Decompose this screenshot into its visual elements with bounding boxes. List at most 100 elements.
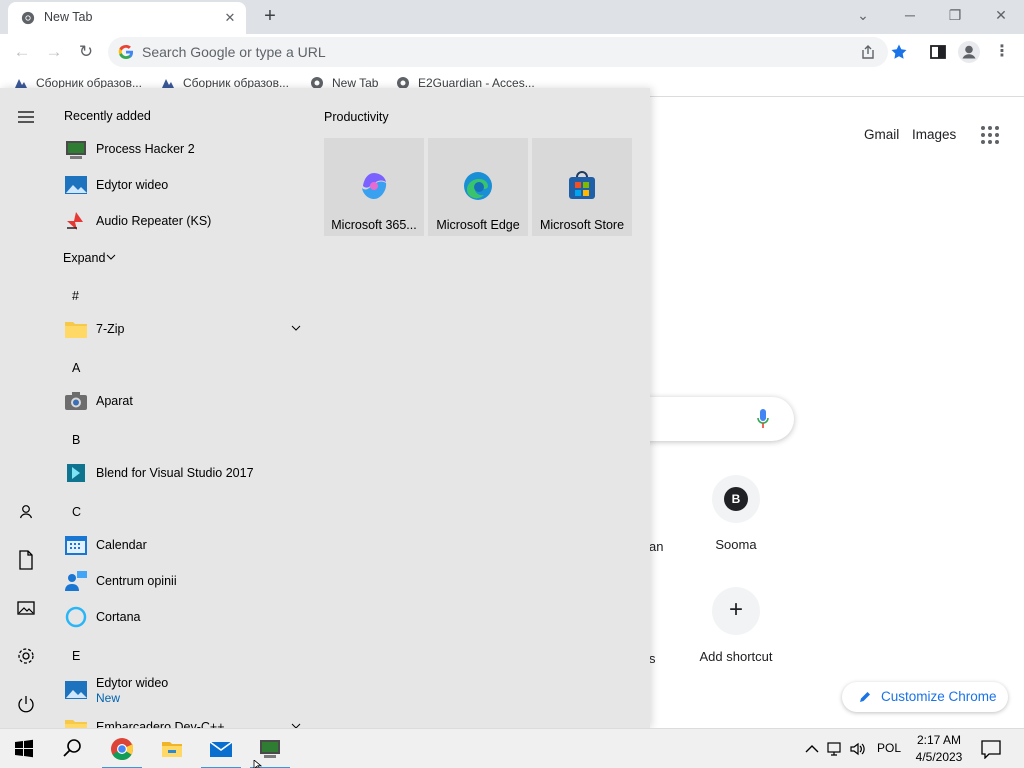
letter-header[interactable]: B — [72, 433, 80, 447]
edge-icon — [464, 172, 492, 200]
store-icon — [569, 171, 595, 199]
minimize-button[interactable]: ─ — [895, 4, 925, 28]
letter-header[interactable]: C — [72, 505, 81, 519]
search-icon — [63, 739, 81, 757]
tab-new-tab[interactable]: New Tab ✕ — [8, 2, 246, 34]
productivity-heading: Productivity — [324, 110, 389, 124]
customize-chrome-button[interactable]: Customize Chrome — [842, 682, 1008, 712]
settings-gear-icon[interactable] — [14, 644, 38, 668]
documents-icon[interactable] — [14, 548, 38, 572]
folder-icon — [65, 720, 87, 728]
forward-button[interactable]: → — [41, 39, 67, 65]
shortcut-letter-icon: B — [724, 487, 748, 511]
shortcut-label: Add shortcut — [699, 649, 773, 664]
app-blend-vs[interactable]: Blend for Visual Studio 2017 — [62, 456, 310, 490]
google-g-icon — [118, 45, 133, 59]
app-centrum-opinii[interactable]: Centrum opinii — [62, 564, 310, 598]
side-panel-icon[interactable] — [929, 43, 947, 61]
user-account-icon[interactable] — [14, 500, 38, 524]
hamburger-menu-icon[interactable] — [14, 105, 38, 129]
bookmark-star-icon[interactable] — [890, 43, 908, 61]
close-window-button[interactable]: ✕ — [986, 4, 1016, 28]
chevron-down-icon — [106, 254, 116, 260]
volume-icon[interactable] — [849, 740, 867, 758]
start-button[interactable] — [0, 729, 48, 768]
taskbar-file-explorer[interactable] — [148, 729, 196, 768]
browser-titlebar: New Tab ✕ + ⌄ ─ ❐ ✕ — [0, 0, 1024, 34]
recently-added-heading: Recently added — [64, 109, 151, 123]
taskbar: POL 2:17 AM 4/5/2023 — [0, 728, 1024, 768]
process-hacker-icon — [260, 740, 280, 758]
restore-button[interactable]: ❐ — [940, 4, 970, 28]
audio-repeater-icon — [67, 212, 83, 230]
new-tab-button[interactable]: + — [258, 5, 282, 29]
app-aparat[interactable]: Aparat — [62, 384, 310, 418]
process-hacker-icon — [66, 141, 86, 159]
video-editor-icon — [65, 176, 87, 194]
mouse-cursor-icon — [253, 760, 263, 768]
images-link[interactable]: Images — [912, 127, 956, 142]
app-cortana[interactable]: Cortana — [62, 600, 310, 634]
app-process-hacker[interactable]: Process Hacker 2 — [62, 132, 310, 166]
reload-button[interactable]: ↻ — [73, 39, 99, 65]
chrome-icon — [21, 11, 35, 25]
folder-7zip[interactable]: 7-Zip — [62, 312, 310, 346]
tile-microsoft-365[interactable]: Microsoft 365... — [324, 138, 424, 236]
tile-microsoft-edge[interactable]: Microsoft Edge — [428, 138, 528, 236]
app-audio-repeater[interactable]: Audio Repeater (KS) — [62, 204, 310, 238]
network-icon[interactable] — [826, 740, 844, 758]
cortana-icon — [65, 606, 87, 628]
camera-icon — [65, 392, 87, 410]
omnibox[interactable] — [108, 37, 888, 67]
letter-header[interactable]: A — [72, 361, 80, 375]
voice-search-icon[interactable] — [757, 409, 769, 429]
blend-icon — [67, 464, 85, 482]
app-calendar[interactable]: Calendar — [62, 528, 310, 562]
browser-toolbar: ← → ↻ ⋮ — [0, 34, 1024, 70]
shortcut-icon-tile: + — [712, 587, 760, 635]
close-tab-icon[interactable]: ✕ — [220, 8, 240, 28]
feedback-hub-icon — [65, 571, 87, 591]
file-explorer-icon — [162, 742, 182, 757]
letter-header[interactable]: # — [72, 289, 79, 303]
tab-search-icon[interactable]: ⌄ — [848, 4, 878, 28]
chrome-icon — [111, 738, 133, 760]
shortcut-tile[interactable]: B Sooma — [686, 475, 786, 552]
plus-icon: + — [728, 596, 743, 623]
profile-avatar-icon[interactable] — [958, 41, 980, 63]
tile-microsoft-store[interactable]: Microsoft Store — [532, 138, 632, 236]
start-menu: Recently added Process Hacker 2 Edytor w… — [0, 88, 650, 728]
back-button[interactable]: ← — [9, 39, 35, 65]
folder-icon — [65, 322, 87, 338]
letter-header[interactable]: E — [72, 649, 80, 663]
google-apps-icon[interactable] — [981, 126, 999, 144]
chevron-down-icon — [291, 723, 301, 728]
calendar-icon — [65, 536, 87, 555]
app-edytor-wideo-new[interactable]: Edytor wideo New — [62, 671, 310, 707]
action-center-icon[interactable] — [980, 739, 1002, 759]
taskbar-chrome[interactable] — [98, 729, 146, 768]
power-icon[interactable] — [14, 692, 38, 716]
app-edytor-wideo[interactable]: Edytor wideo — [62, 168, 310, 202]
gmail-link[interactable]: Gmail — [864, 127, 899, 142]
search-button[interactable] — [48, 729, 96, 768]
input-language[interactable]: POL — [877, 741, 901, 755]
add-shortcut-button[interactable]: + Add shortcut — [686, 587, 786, 664]
expand-button[interactable]: Expand — [63, 251, 105, 265]
mail-icon — [209, 741, 233, 757]
microsoft-365-icon — [362, 173, 387, 199]
chrome-menu-icon[interactable]: ⋮ — [994, 43, 1010, 61]
chevron-up-icon[interactable] — [803, 740, 821, 758]
folder-embarcadero[interactable]: Embarcadero Dev-C++ — [62, 710, 310, 728]
shortcut-label-partial: an — [649, 539, 664, 554]
chevron-down-icon — [291, 325, 301, 331]
share-icon[interactable] — [860, 44, 876, 60]
video-editor-icon — [65, 681, 87, 699]
pencil-icon — [860, 692, 870, 702]
windows-logo-icon — [15, 739, 33, 758]
shortcut-label: Sooma — [715, 537, 757, 552]
pictures-icon[interactable] — [14, 596, 38, 620]
clock[interactable]: 2:17 AM 4/5/2023 — [906, 732, 972, 766]
address-input[interactable] — [142, 37, 822, 67]
taskbar-mail[interactable] — [197, 729, 245, 768]
